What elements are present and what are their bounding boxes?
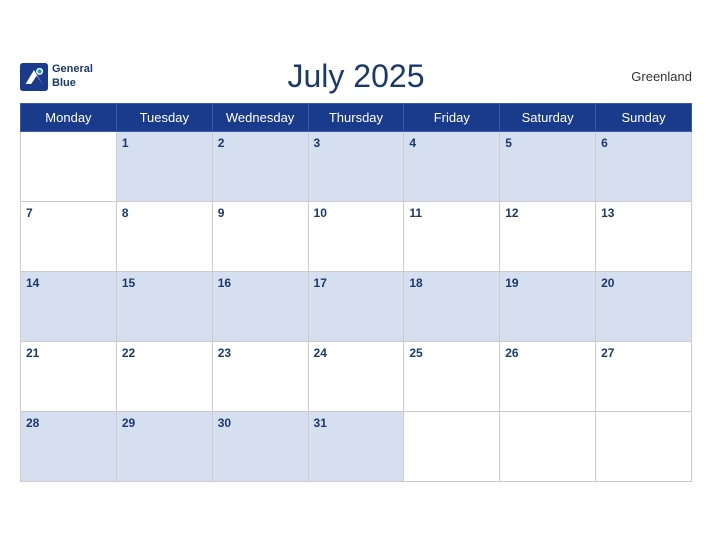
day-number: 19 bbox=[505, 276, 518, 290]
calendar-cell: 20 bbox=[596, 272, 692, 342]
day-number: 23 bbox=[218, 346, 231, 360]
calendar-cell: 18 bbox=[404, 272, 500, 342]
calendar-cell: 13 bbox=[596, 202, 692, 272]
calendar-cell bbox=[404, 412, 500, 482]
weekday-friday: Friday bbox=[404, 104, 500, 132]
calendar-cell: 19 bbox=[500, 272, 596, 342]
calendar-week-row: 7 8 9 10 11 12 13 bbox=[21, 202, 692, 272]
month-title: July 2025 bbox=[288, 58, 425, 95]
calendar-cell: 6 bbox=[596, 132, 692, 202]
day-number: 7 bbox=[26, 206, 33, 220]
day-number: 3 bbox=[314, 136, 321, 150]
calendar-cell: 11 bbox=[404, 202, 500, 272]
calendar-cell: 2 bbox=[212, 132, 308, 202]
calendar-cell: 31 bbox=[308, 412, 404, 482]
calendar-cell: 8 bbox=[116, 202, 212, 272]
calendar-cell: 27 bbox=[596, 342, 692, 412]
day-number: 4 bbox=[409, 136, 416, 150]
day-number: 31 bbox=[314, 416, 327, 430]
calendar-cell: 21 bbox=[21, 342, 117, 412]
day-number: 15 bbox=[122, 276, 135, 290]
region-label: Greenland bbox=[631, 69, 692, 84]
day-number: 22 bbox=[122, 346, 135, 360]
day-number: 28 bbox=[26, 416, 39, 430]
calendar-cell: 5 bbox=[500, 132, 596, 202]
day-number: 30 bbox=[218, 416, 231, 430]
calendar-cell: 28 bbox=[21, 412, 117, 482]
calendar-cell: 7 bbox=[21, 202, 117, 272]
calendar-cell: 23 bbox=[212, 342, 308, 412]
day-number: 11 bbox=[409, 206, 422, 220]
calendar-cell: 3 bbox=[308, 132, 404, 202]
calendar-cell: 1 bbox=[116, 132, 212, 202]
calendar-cell: 16 bbox=[212, 272, 308, 342]
calendar-cell: 26 bbox=[500, 342, 596, 412]
calendar-cell: 9 bbox=[212, 202, 308, 272]
calendar-cell: 25 bbox=[404, 342, 500, 412]
calendar-cell: 29 bbox=[116, 412, 212, 482]
day-number: 10 bbox=[314, 206, 327, 220]
weekday-saturday: Saturday bbox=[500, 104, 596, 132]
calendar-cell: 12 bbox=[500, 202, 596, 272]
calendar-cell: 15 bbox=[116, 272, 212, 342]
calendar-cell: 17 bbox=[308, 272, 404, 342]
day-number: 13 bbox=[601, 206, 614, 220]
calendar-cell: 4 bbox=[404, 132, 500, 202]
calendar-header: General Blue July 2025 Greenland bbox=[20, 58, 692, 95]
calendar-week-row: 14 15 16 17 18 19 20 bbox=[21, 272, 692, 342]
day-number: 14 bbox=[26, 276, 39, 290]
day-number: 29 bbox=[122, 416, 135, 430]
logo-text: General Blue bbox=[52, 63, 93, 89]
calendar-cell: 22 bbox=[116, 342, 212, 412]
day-number: 17 bbox=[314, 276, 327, 290]
day-number: 5 bbox=[505, 136, 512, 150]
weekday-thursday: Thursday bbox=[308, 104, 404, 132]
day-number: 12 bbox=[505, 206, 518, 220]
calendar-cell bbox=[500, 412, 596, 482]
calendar-cell: 24 bbox=[308, 342, 404, 412]
day-number: 2 bbox=[218, 136, 225, 150]
logo-icon bbox=[20, 63, 48, 91]
day-number: 27 bbox=[601, 346, 614, 360]
weekday-monday: Monday bbox=[21, 104, 117, 132]
day-number: 26 bbox=[505, 346, 518, 360]
day-number: 8 bbox=[122, 206, 129, 220]
calendar-week-row: 28 29 30 31 bbox=[21, 412, 692, 482]
calendar-cell: 14 bbox=[21, 272, 117, 342]
day-number: 6 bbox=[601, 136, 608, 150]
day-number: 16 bbox=[218, 276, 231, 290]
day-number: 25 bbox=[409, 346, 422, 360]
calendar-cell: 30 bbox=[212, 412, 308, 482]
day-number: 9 bbox=[218, 206, 225, 220]
day-number: 20 bbox=[601, 276, 614, 290]
day-number: 1 bbox=[122, 136, 129, 150]
calendar-table: MondayTuesdayWednesdayThursdayFridaySatu… bbox=[20, 103, 692, 482]
logo-area: General Blue bbox=[20, 63, 93, 91]
weekday-header-row: MondayTuesdayWednesdayThursdayFridaySatu… bbox=[21, 104, 692, 132]
calendar-cell: 10 bbox=[308, 202, 404, 272]
calendar-cell bbox=[21, 132, 117, 202]
calendar-week-row: 1 2 3 4 5 6 bbox=[21, 132, 692, 202]
day-number: 24 bbox=[314, 346, 327, 360]
weekday-wednesday: Wednesday bbox=[212, 104, 308, 132]
calendar-cell bbox=[596, 412, 692, 482]
weekday-sunday: Sunday bbox=[596, 104, 692, 132]
calendar-week-row: 21 22 23 24 25 26 27 bbox=[21, 342, 692, 412]
weekday-tuesday: Tuesday bbox=[116, 104, 212, 132]
calendar-container: General Blue July 2025 Greenland MondayT… bbox=[0, 48, 712, 502]
day-number: 18 bbox=[409, 276, 422, 290]
day-number: 21 bbox=[26, 346, 39, 360]
